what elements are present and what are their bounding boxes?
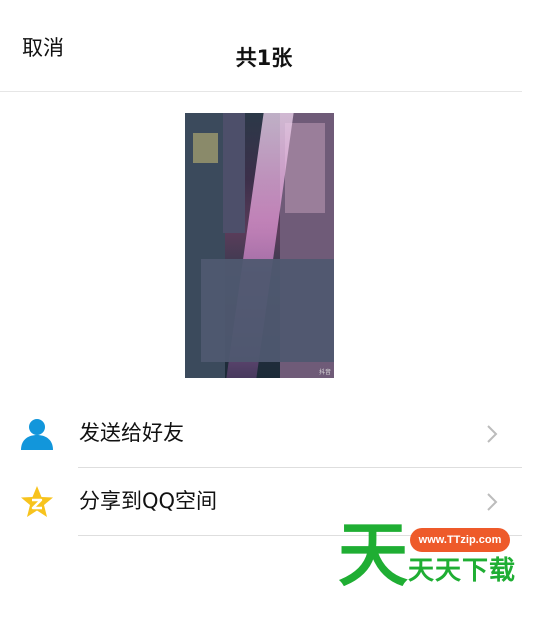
watermark-big-char: 天	[338, 514, 408, 596]
site-watermark-logo: 天 www.TTzip.com 天天下载	[338, 520, 518, 600]
chevron-right-icon	[486, 492, 498, 512]
watermark-text: 天天下载	[408, 556, 517, 586]
blurred-region	[201, 259, 334, 362]
qzone-star-icon	[19, 484, 55, 520]
photo-preview[interactable]: 抖音	[185, 113, 334, 378]
photo-watermark: 抖音	[318, 369, 331, 376]
photo-building	[193, 133, 218, 163]
page-title: 共1张	[235, 46, 293, 70]
top-bar: 取消 共1张	[0, 0, 522, 92]
share-to-qzone-label: 分享到QQ空间	[79, 489, 218, 513]
send-to-friend-label: 发送给好友	[79, 421, 184, 445]
watermark-url: www.TTzip.com	[410, 528, 510, 552]
person-icon	[19, 416, 55, 452]
photo-building	[223, 113, 245, 233]
send-to-friend-row[interactable]: 发送给好友	[0, 400, 522, 468]
chevron-right-icon	[486, 424, 498, 444]
photo-building	[285, 123, 325, 213]
